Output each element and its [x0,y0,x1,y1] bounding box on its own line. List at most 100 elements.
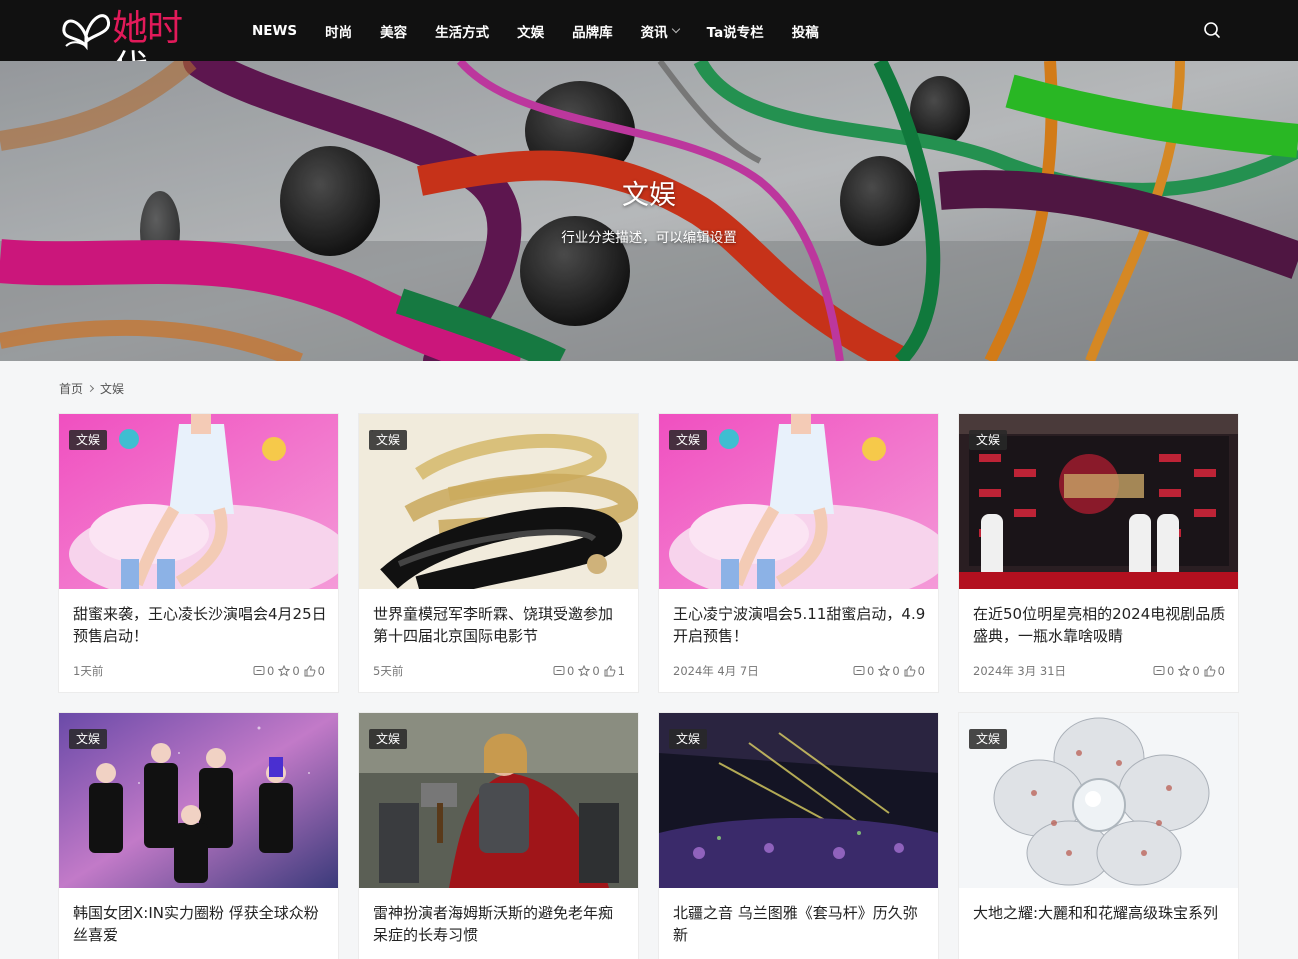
article-thumbnail[interactable]: 文娱 [59,414,338,589]
nav-label: 生活方式 [435,24,490,41]
article-meta: 1天前 0 0 0 [73,663,325,679]
nav-item-submit[interactable]: 投稿 [792,21,819,41]
nav-item-news[interactable]: NEWS [252,23,297,39]
article-card[interactable]: 文娱 在近50位明星亮相的2024电视剧品质盛典，一瓶水靠啥吸睛 2024年 3… [958,413,1239,693]
comment-count-value: 0 [1167,664,1175,678]
site-logo[interactable]: 她时代 [58,6,198,89]
comment-count[interactable]: 0 [853,664,874,678]
like-count[interactable]: 1 [604,664,625,678]
star-icon [1178,665,1191,677]
butterfly-logo-icon [62,14,111,51]
article-card[interactable]: 文娱 韩国女团X:IN实力圈粉 俘获全球众粉丝喜爱 [58,712,339,959]
favorite-count-value: 0 [892,664,900,678]
article-date: 1天前 [73,664,104,678]
article-title[interactable]: 雷神扮演者海姆斯沃斯的避免老年痴呆症的长寿习惯 [373,902,627,946]
nav-item-fashion[interactable]: 时尚 [325,21,352,41]
favorite-count-value: 0 [292,664,300,678]
article-stats: 0 0 0 [1149,664,1225,678]
comment-count-value: 0 [567,664,575,678]
star-icon [878,665,891,677]
article-meta: 2024年 4月 7日 0 0 0 [673,663,925,679]
nav-label: 美容 [380,24,408,41]
article-meta: 5天前 0 0 1 [373,663,625,679]
nav-label: 资讯 [640,24,668,41]
breadcrumb: 首页 文娱 [59,380,124,397]
nav-item-beauty[interactable]: 美容 [380,21,407,41]
category-tag[interactable]: 文娱 [69,430,108,450]
thumbs-up-icon [1204,665,1216,677]
nav-label: 文娱 [517,24,545,41]
article-title[interactable]: 北疆之音 乌兰图雅《套马杆》历久弥新 [673,902,927,946]
like-count[interactable]: 0 [1204,664,1225,678]
article-thumbnail[interactable]: 文娱 [659,414,938,589]
article-thumbnail[interactable]: 文娱 [59,713,338,888]
article-thumbnail[interactable]: · 文娱 [359,414,638,589]
nav-item-entertainment[interactable]: 文娱 [517,21,544,41]
category-tag[interactable]: 文娱 [969,430,1008,450]
comment-count[interactable]: 0 [553,664,574,678]
category-tag[interactable]: 文娱 [69,729,108,749]
search-button[interactable] [1202,20,1222,40]
category-tag[interactable]: 文娱 [669,430,708,450]
article-thumbnail[interactable]: 文娱 [959,713,1238,888]
nav-label: Ta说专栏 [706,24,764,41]
nav-label: 投稿 [791,24,819,41]
like-count[interactable]: 0 [904,664,925,678]
favorite-count-value: 0 [1192,664,1200,678]
favorite-count[interactable]: 0 [878,664,900,678]
favorite-count-value: 0 [592,664,600,678]
thumbs-up-icon [904,665,916,677]
article-title[interactable]: 世界童模冠军李昕霖、饶琪受邀参加第十四届北京国际电影节 [373,603,627,647]
nav-item-column[interactable]: Ta说专栏 [707,21,764,41]
comment-icon [553,666,565,675]
category-tag[interactable]: 文娱 [369,430,408,450]
article-stats: 0 0 0 [849,664,925,678]
category-tag[interactable]: 文娱 [669,729,708,749]
category-tag[interactable]: 文娱 [969,729,1008,749]
article-meta: 2024年 3月 31日 0 0 0 [973,663,1225,679]
favorite-count[interactable]: 0 [578,664,600,678]
article-thumbnail[interactable]: 文娱 [359,713,638,888]
breadcrumb-home[interactable]: 首页 [59,380,83,397]
article-card[interactable]: 文娱 北疆之音 乌兰图雅《套马杆》历久弥新 [658,712,939,959]
article-date: 5天前 [373,664,404,678]
thumbs-up-icon [304,665,316,677]
nav-label: 时尚 [325,24,353,41]
comment-count[interactable]: 0 [253,664,274,678]
like-count-value: 1 [617,664,625,678]
star-icon [578,665,591,677]
article-thumbnail[interactable]: 文娱 [959,414,1238,589]
category-banner: 文娱 行业分类描述，可以编辑设置 [0,61,1298,361]
like-count-value: 0 [917,664,925,678]
article-title[interactable]: 甜蜜来袭，王心凌长沙演唱会4月25日预售启动！ [73,603,327,647]
article-title[interactable]: 韩国女团X:IN实力圈粉 俘获全球众粉丝喜爱 [73,902,327,946]
article-stats: 0 0 0 [249,664,325,678]
article-thumbnail[interactable]: 文娱 [659,713,938,888]
article-title[interactable]: 大地之耀:大麗和和花耀高级珠宝系列 [973,902,1227,924]
article-card[interactable]: 文娱 大地之耀:大麗和和花耀高级珠宝系列 [958,712,1239,959]
comment-count[interactable]: 0 [1153,664,1174,678]
article-card[interactable]: 文娱 王心凌宁波演唱会5.11甜蜜启动，4.9开启预售！ 2024年 4月 7日… [658,413,939,693]
article-card[interactable]: · 文娱 世界童模冠军李昕霖、饶琪受邀参加第十四届北京国际电影节 5天前 0 0… [358,413,639,693]
article-card[interactable]: 文娱 雷神扮演者海姆斯沃斯的避免老年痴呆症的长寿习惯 [358,712,639,959]
like-count[interactable]: 0 [304,664,325,678]
favorite-count[interactable]: 0 [1178,664,1200,678]
like-count-value: 0 [317,664,325,678]
nav-item-brands[interactable]: 品牌库 [572,21,613,41]
comment-count-value: 0 [867,664,875,678]
star-icon [278,665,291,677]
favorite-count[interactable]: 0 [278,664,300,678]
like-count-value: 0 [1217,664,1225,678]
comment-count-value: 0 [267,664,275,678]
nav-item-lifestyle[interactable]: 生活方式 [435,21,489,41]
article-title[interactable]: 在近50位明星亮相的2024电视剧品质盛典，一瓶水靠啥吸睛 [973,603,1227,647]
nav-item-news-dropdown[interactable]: 资讯 [640,21,680,41]
comment-icon [253,666,265,675]
comment-icon [853,666,865,675]
category-tag[interactable]: 文娱 [369,729,408,749]
article-title[interactable]: 王心凌宁波演唱会5.11甜蜜启动，4.9开启预售！ [673,603,927,647]
top-navigation-bar: 她时代 NEWS 时尚 美容 生活方式 文娱 品牌库 资讯 Ta说专栏 投稿 [0,0,1298,89]
thumbs-up-icon [604,665,616,677]
article-card[interactable]: 文娱 甜蜜来袭，王心凌长沙演唱会4月25日预售启动！ 1天前 0 0 0 [58,413,339,693]
banner-description: 行业分类描述，可以编辑设置 [561,230,737,246]
